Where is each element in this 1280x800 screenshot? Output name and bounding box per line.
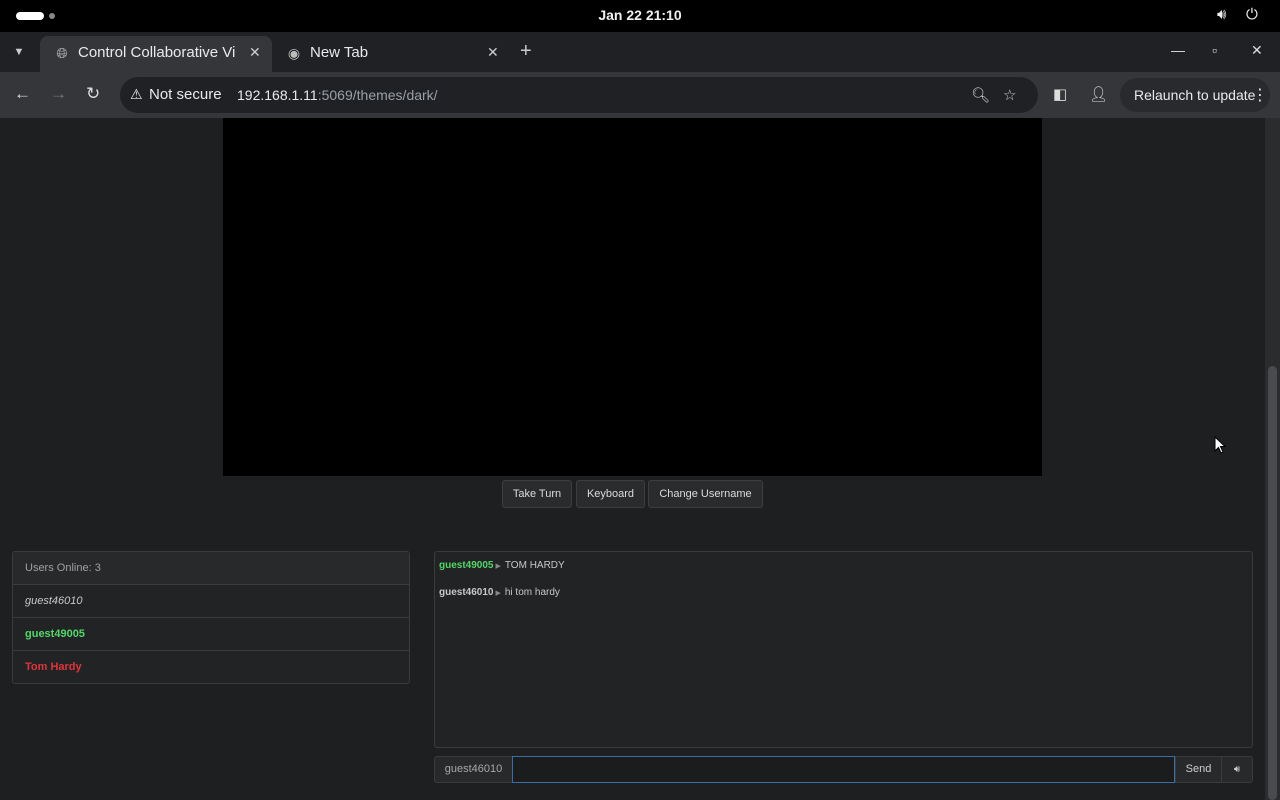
send-button[interactable]: Send [1175,756,1222,783]
address-bar[interactable]: ⚠︎ Not secure 192.168.1.11:5069/themes/d… [120,77,1038,113]
url-host: 192.168.1.11 [237,87,318,103]
close-window-icon[interactable]: ✕ [1251,42,1263,59]
chat-message-user: guest46010 [439,587,494,598]
relaunch-button[interactable]: Relaunch to update ⋮ [1120,78,1270,112]
mouse-cursor-icon [1214,436,1226,454]
chat-username-label: guest46010 [434,756,513,783]
users-online-panel: Users Online: 3 guest46010 guest49005 To… [12,551,410,684]
close-tab-icon[interactable]: ✕ [487,44,499,61]
chat-log[interactable]: guest49005 ▶ TOM HARDY guest46010 ▶ hi tom h… [434,551,1253,748]
change-username-button[interactable]: Change Username [648,480,763,508]
tab-title: Control Collaborative Vi [78,44,236,61]
system-clock[interactable]: Jan 22 21:10 [0,7,1280,23]
scrollbar-thumb[interactable] [1268,366,1277,800]
chat-message-input[interactable] [512,756,1175,783]
browser-tab-strip: ▼ 🌐︎ Control Collaborative Vi ✕ ◉ New Ta… [0,32,1280,72]
chat-message-text: TOM HARDY [504,560,565,571]
tab-title: New Tab [310,44,369,61]
chat-input-bar: guest46010 Send 🔊︎ [434,756,1253,783]
chat-message-text: hi tom hardy [504,587,560,598]
security-label[interactable]: Not secure [149,86,222,103]
zoom-magnifier-icon[interactable]: 🔍︎ [971,86,990,104]
tab-new-tab[interactable]: ◉ New Tab ✕ [272,36,512,72]
relaunch-label: Relaunch to update [1134,87,1256,103]
maximize-icon[interactable]: ▫ [1212,42,1217,58]
keyboard-button[interactable]: Keyboard [576,480,645,508]
sound-icon[interactable]: 🔊︎ [1221,756,1253,783]
new-tab-plus-icon[interactable]: + [520,40,532,63]
tab-control-collaborative[interactable]: 🌐︎ Control Collaborative Vi ✕ [40,36,272,72]
back-arrow-icon[interactable]: ← [14,84,31,104]
user-list-item[interactable]: Tom Hardy [13,651,409,684]
take-turn-button[interactable]: Take Turn [502,480,572,508]
reload-icon[interactable]: ↻ [86,84,100,104]
vm-screen[interactable] [223,118,1042,476]
side-panel-icon[interactable]: ◧ [1053,85,1067,103]
arrow-right-icon: ▶ [495,590,501,597]
profile-icon[interactable]: 👤︎ [1089,85,1108,103]
page-scrollbar[interactable] [1265,118,1280,800]
chrome-icon: ◉ [287,45,301,61]
chat-message-user: guest49005 [439,560,494,571]
users-online-header: Users Online: 3 [13,552,409,585]
minimize-icon[interactable]: — [1171,42,1185,58]
vm-controls: Take Turn Keyboard Change Username [0,480,1280,508]
browser-toolbar: ← → ↻ ⚠︎ Not secure 192.168.1.11:5069/th… [0,72,1280,118]
more-menu-icon[interactable]: ⋮ [1252,85,1268,105]
user-list-item[interactable]: guest49005 [13,618,409,651]
volume-icon[interactable]: 🔊︎ [1217,6,1226,23]
warning-triangle-icon[interactable]: ⚠︎ [130,86,143,103]
close-tab-icon[interactable]: ✕ [249,44,261,61]
globe-icon: 🌐︎ [56,45,68,61]
url-text[interactable]: 192.168.1.11:5069/themes/dark/ [237,87,438,103]
system-top-bar: Jan 22 21:10 🔊︎ ⏻ [0,0,1280,32]
bookmark-star-icon[interactable]: ☆ [1003,86,1016,104]
arrow-right-icon: ▶ [495,563,501,570]
power-icon[interactable]: ⏻ [1246,6,1258,23]
url-path: :5069/themes/dark/ [317,87,438,103]
tab-search-chevron-icon[interactable]: ▼ [6,39,32,65]
chat-message: guest49005 ▶ TOM HARDY [439,560,565,571]
page-content: Take Turn Keyboard Change Username Users… [0,118,1280,800]
forward-arrow-icon[interactable]: → [50,84,67,104]
chat-message: guest46010 ▶ hi tom hardy [439,587,560,598]
user-list-item[interactable]: guest46010 [13,585,409,618]
